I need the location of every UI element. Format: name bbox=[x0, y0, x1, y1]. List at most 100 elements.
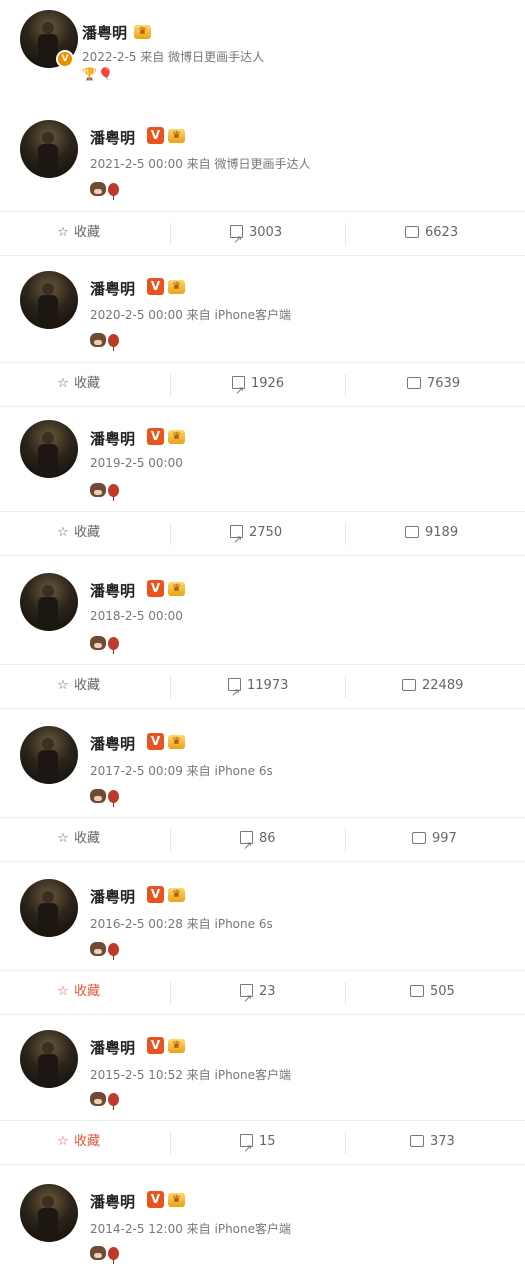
favorite-button[interactable]: ☆ 收藏 bbox=[56, 513, 100, 553]
crown-icon: ♛ bbox=[168, 280, 185, 294]
post-emoji bbox=[90, 1245, 119, 1264]
post-meta: 2017-2-5 00:09 来自 iPhone 6s bbox=[90, 764, 273, 778]
repost-icon bbox=[240, 1129, 253, 1169]
crown-icon: ♛ bbox=[168, 430, 185, 444]
verified-v-icon: V bbox=[147, 127, 164, 144]
avatar[interactable] bbox=[20, 271, 78, 329]
avatar[interactable] bbox=[20, 573, 78, 631]
repost-button[interactable]: 1926 bbox=[232, 364, 284, 411]
avatar[interactable] bbox=[20, 1030, 78, 1088]
divider bbox=[0, 406, 525, 407]
avatar[interactable] bbox=[20, 879, 78, 937]
action-bar: ☆收藏 3003 6623 bbox=[0, 213, 525, 260]
username[interactable]: 潘粤明 bbox=[90, 428, 135, 449]
post-emoji bbox=[90, 482, 119, 501]
separator bbox=[170, 374, 171, 396]
post-emoji bbox=[90, 788, 119, 807]
repost-icon bbox=[230, 220, 243, 260]
verified-badge-icon: V bbox=[56, 50, 74, 68]
username[interactable]: 潘粤明 bbox=[90, 1037, 135, 1058]
repost-button[interactable]: 3003 bbox=[230, 213, 282, 260]
username[interactable]: 潘粤明 bbox=[82, 22, 127, 43]
star-icon: ☆ bbox=[57, 1134, 69, 1149]
divider bbox=[0, 664, 525, 665]
star-icon: ☆ bbox=[57, 225, 69, 240]
action-bar: ☆收藏 86 997 bbox=[0, 819, 525, 866]
username[interactable]: 潘粤明 bbox=[90, 886, 135, 907]
avatar[interactable] bbox=[20, 726, 78, 784]
crown-icon: ♛ bbox=[168, 888, 185, 902]
repost-icon bbox=[230, 520, 243, 560]
post-meta: 2015-2-5 10:52 来自 iPhone客户端 bbox=[90, 1068, 292, 1082]
favorite-button[interactable]: ☆ 收藏 bbox=[56, 213, 100, 253]
post-meta: 2020-2-5 00:00 来自 iPhone客户端 bbox=[90, 308, 292, 322]
post-emoji bbox=[90, 635, 119, 654]
repost-icon bbox=[240, 979, 253, 1019]
username[interactable]: 潘粤明 bbox=[90, 580, 135, 601]
favorite-button[interactable]: ☆ 收藏 bbox=[56, 666, 100, 706]
crown-icon: ♛ bbox=[168, 129, 185, 143]
comment-icon bbox=[412, 831, 426, 844]
crown-icon: ♛ bbox=[168, 735, 185, 749]
favorite-button[interactable]: ☆ 收藏 bbox=[56, 972, 100, 1012]
avatar[interactable] bbox=[20, 1184, 78, 1242]
repost-icon bbox=[232, 371, 245, 411]
repost-button[interactable]: 11973 bbox=[228, 666, 288, 713]
favorite-button[interactable]: ☆ 收藏 bbox=[56, 364, 100, 404]
comment-button[interactable]: 997 bbox=[412, 819, 457, 859]
repost-button[interactable]: 15 bbox=[240, 1122, 276, 1169]
comment-icon bbox=[410, 1134, 424, 1147]
post-meta: 2018-2-5 00:00 bbox=[90, 609, 183, 623]
divider bbox=[0, 970, 525, 971]
username[interactable]: 潘粤明 bbox=[90, 1191, 135, 1212]
star-icon: ☆ bbox=[57, 376, 69, 391]
action-bar: ☆收藏 15 373 bbox=[0, 1122, 525, 1169]
favorite-button[interactable]: ☆ 收藏 bbox=[56, 1122, 100, 1162]
repost-button[interactable]: 23 bbox=[240, 972, 276, 1019]
avatar[interactable] bbox=[20, 120, 78, 178]
separator bbox=[170, 829, 171, 851]
star-icon: ☆ bbox=[57, 984, 69, 999]
repost-icon bbox=[240, 826, 253, 866]
username[interactable]: 潘粤明 bbox=[90, 278, 135, 299]
avatar[interactable] bbox=[20, 420, 78, 478]
divider bbox=[0, 817, 525, 818]
separator bbox=[170, 523, 171, 545]
crown-icon: ♛ bbox=[134, 25, 151, 39]
comment-button[interactable]: 6623 bbox=[405, 213, 458, 253]
divider bbox=[0, 255, 525, 256]
post-meta: 2021-2-5 00:00 来自 微博日更画手达人 bbox=[90, 157, 311, 171]
divider bbox=[0, 555, 525, 556]
repost-icon bbox=[228, 673, 241, 713]
star-icon: ☆ bbox=[57, 831, 69, 846]
divider bbox=[0, 211, 525, 212]
verified-v-icon: V bbox=[147, 278, 164, 295]
username[interactable]: 潘粤明 bbox=[90, 733, 135, 754]
post-meta: 2016-2-5 00:28 来自 iPhone 6s bbox=[90, 917, 273, 931]
separator bbox=[345, 1132, 346, 1154]
action-bar: ☆收藏 23 505 bbox=[0, 972, 525, 1019]
repost-button[interactable]: 86 bbox=[240, 819, 276, 866]
comment-button[interactable]: 22489 bbox=[402, 666, 463, 706]
username[interactable]: 潘粤明 bbox=[90, 127, 135, 148]
repost-button[interactable]: 2750 bbox=[230, 513, 282, 560]
divider bbox=[0, 1014, 525, 1015]
verified-v-icon: V bbox=[147, 1037, 164, 1054]
separator bbox=[345, 374, 346, 396]
comment-button[interactable]: 505 bbox=[410, 972, 455, 1012]
favorite-button[interactable]: ☆ 收藏 bbox=[56, 819, 100, 859]
divider bbox=[0, 511, 525, 512]
separator bbox=[170, 223, 171, 245]
comment-button[interactable]: 7639 bbox=[407, 364, 460, 404]
post-emoji bbox=[90, 941, 119, 960]
post-emoji bbox=[90, 332, 119, 351]
post-meta: 2022-2-5 来自 微博日更画手达人 bbox=[82, 50, 265, 64]
comment-icon bbox=[405, 225, 419, 238]
separator bbox=[345, 223, 346, 245]
comment-button[interactable]: 373 bbox=[410, 1122, 455, 1162]
comment-button[interactable]: 9189 bbox=[405, 513, 458, 553]
separator bbox=[170, 676, 171, 698]
comment-icon bbox=[410, 984, 424, 997]
divider bbox=[0, 861, 525, 862]
separator bbox=[345, 829, 346, 851]
